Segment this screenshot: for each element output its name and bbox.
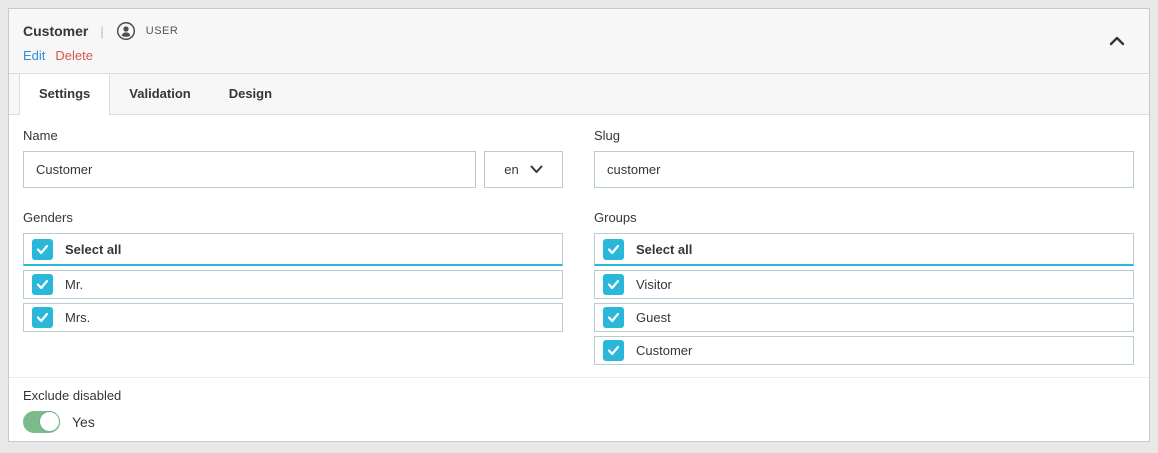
exclude-disabled-label: Exclude disabled	[23, 388, 1134, 403]
checkbox-checked-icon[interactable]	[603, 340, 624, 361]
edit-link[interactable]: Edit	[23, 48, 45, 63]
chevron-down-icon	[530, 162, 543, 177]
checkbox-checked-icon[interactable]	[32, 239, 53, 260]
group-option-label: Guest	[636, 310, 671, 325]
exclude-disabled-section: Exclude disabled Yes	[9, 377, 1149, 453]
slug-label: Slug	[594, 128, 1134, 143]
genders-field-group: Genders Select all Mr.	[23, 210, 563, 365]
checkbox-checked-icon[interactable]	[603, 307, 624, 328]
slug-field-group: Slug	[594, 128, 1134, 188]
delete-link[interactable]: Delete	[55, 48, 93, 63]
groups-list: Select all Visitor Guest	[594, 233, 1134, 365]
settings-tab-content: Name en Slug	[9, 115, 1149, 377]
groups-select-all-row[interactable]: Select all	[594, 233, 1134, 266]
collapse-chevron-up-icon[interactable]	[1109, 33, 1127, 47]
groups-label: Groups	[594, 210, 1134, 225]
tab-design[interactable]: Design	[210, 74, 291, 114]
select-all-label: Select all	[636, 242, 692, 257]
genders-select-all-row[interactable]: Select all	[23, 233, 563, 266]
name-input[interactable]	[23, 151, 476, 188]
tab-validation[interactable]: Validation	[110, 74, 209, 114]
name-field-group: Name en	[23, 128, 563, 188]
name-label: Name	[23, 128, 563, 143]
genders-list: Select all Mr. Mrs.	[23, 233, 563, 332]
checkbox-checked-icon[interactable]	[32, 307, 53, 328]
toggle-value-label: Yes	[72, 414, 95, 430]
tab-strip: Settings Validation Design	[9, 74, 1149, 115]
group-option-row[interactable]: Guest	[594, 303, 1134, 332]
entity-panel: Customer | USER Edit Delete Settings Val…	[8, 8, 1150, 442]
language-select[interactable]: en	[484, 151, 563, 188]
exclude-disabled-toggle[interactable]	[23, 411, 60, 433]
group-option-label: Customer	[636, 343, 692, 358]
checkbox-checked-icon[interactable]	[603, 239, 624, 260]
language-select-value: en	[504, 162, 518, 177]
gender-option-label: Mrs.	[65, 310, 90, 325]
group-option-row[interactable]: Visitor	[594, 270, 1134, 299]
group-option-row[interactable]: Customer	[594, 336, 1134, 365]
group-option-label: Visitor	[636, 277, 672, 292]
gender-option-row[interactable]: Mrs.	[23, 303, 563, 332]
checkbox-checked-icon[interactable]	[603, 274, 624, 295]
panel-header: Customer | USER Edit Delete	[9, 9, 1149, 74]
groups-field-group: Groups Select all Visitor	[594, 210, 1134, 365]
select-all-label: Select all	[65, 242, 121, 257]
toggle-knob	[39, 411, 60, 432]
checkbox-checked-icon[interactable]	[32, 274, 53, 295]
tab-settings[interactable]: Settings	[19, 74, 110, 115]
gender-option-row[interactable]: Mr.	[23, 270, 563, 299]
slug-input[interactable]	[594, 151, 1134, 188]
title-separator: |	[100, 24, 103, 39]
gender-option-label: Mr.	[65, 277, 83, 292]
page-title: Customer	[23, 23, 88, 39]
user-circle-icon	[116, 21, 136, 41]
entity-type-label: USER	[146, 25, 179, 37]
genders-label: Genders	[23, 210, 563, 225]
